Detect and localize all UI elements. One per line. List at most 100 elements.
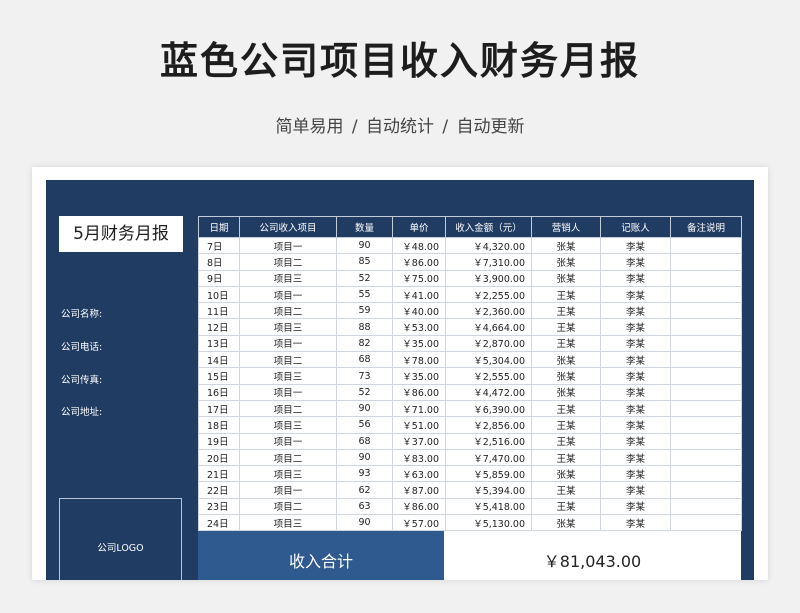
cell-item: 项目三 [239,318,337,336]
table-row: 20日 项目二 90 ￥83.00 ￥7,470.00 王某 李某 [198,448,742,467]
cell-salesperson: 王某 [531,302,601,320]
cell-unit-price: ￥87.00 [392,481,446,499]
cell-bookkeeper: 李某 [600,399,671,418]
cell-item: 项目三 [239,269,337,287]
cell-amount: ￥7,310.00 [445,253,532,271]
cell-date: 14日 [198,351,240,369]
header-date: 日期 [198,216,240,238]
cell-notes [670,285,742,304]
cell-date: 21日 [198,465,240,483]
cell-item: 项目三 [239,465,337,483]
cell-salesperson: 张某 [531,351,601,369]
cell-notes [670,351,742,369]
header-salesperson: 营销人 [531,216,601,238]
cell-quantity: 93 [336,465,393,483]
page-title: 蓝色公司项目收入财务月报 [159,39,640,83]
cell-item: 项目三 [239,367,337,385]
table-header-row: 日期 公司收入项目 数量 单价 收入金额（元） 营销人 记账人 备注说明 [198,216,742,238]
cell-date: 13日 [198,334,240,353]
cell-salesperson: 张某 [531,253,601,271]
cell-notes [670,269,742,287]
cell-unit-price: ￥35.00 [392,367,446,385]
cell-amount: ￥5,394.00 [445,481,532,499]
cell-notes [670,367,742,385]
cell-quantity: 55 [336,285,393,304]
cell-amount: ￥5,418.00 [445,497,532,516]
cell-date: 9日 [198,269,240,287]
cell-amount: ￥4,472.00 [445,383,532,401]
header-unit-price: 单价 [392,216,446,238]
table-row: 19日 项目一 68 ￥37.00 ￥2,516.00 王某 李某 [198,432,742,450]
company-logo-placeholder: 公司LOGO [59,498,182,580]
cell-unit-price: ￥51.00 [392,416,446,434]
cell-unit-price: ￥86.00 [392,497,446,516]
cell-bookkeeper: 李某 [600,383,671,401]
header-quantity: 数量 [336,216,393,238]
cell-quantity: 52 [336,383,393,401]
cell-amount: ￥5,130.00 [445,514,532,532]
cell-quantity: 59 [336,302,393,320]
header-item: 公司收入项目 [239,216,337,238]
cell-unit-price: ￥48.00 [392,236,446,255]
cell-item: 项目二 [239,253,337,271]
cell-date: 12日 [198,318,240,336]
table-row: 12日 项目三 88 ￥53.00 ￥4,664.00 王某 李某 [198,318,742,336]
report-sheet: 5月财务月报 公司名称: 公司电话: 公司传真: 公司地址: 公司LOGO 日期… [46,180,754,580]
cell-bookkeeper: 李某 [600,302,671,320]
cell-unit-price: ￥83.00 [392,448,446,467]
total-label: 收入合计 [198,531,444,580]
cell-notes [670,399,742,418]
cell-salesperson: 王某 [531,399,601,418]
cell-salesperson: 王某 [531,416,601,434]
cell-bookkeeper: 李某 [600,514,671,532]
cell-notes [670,481,742,499]
cell-bookkeeper: 李某 [600,334,671,353]
cell-quantity: 56 [336,416,393,434]
cell-salesperson: 张某 [531,269,601,287]
cell-unit-price: ￥41.00 [392,285,446,304]
cell-amount: ￥2,870.00 [445,334,532,353]
cell-bookkeeper: 李某 [600,318,671,336]
cell-unit-price: ￥86.00 [392,253,446,271]
cell-unit-price: ￥53.00 [392,318,446,336]
company-phone-label: 公司电话: [61,342,103,353]
cell-unit-price: ￥40.00 [392,302,446,320]
cell-item: 项目一 [239,481,337,499]
cell-date: 23日 [198,497,240,516]
cell-unit-price: ￥35.00 [392,334,446,353]
cell-quantity: 90 [336,236,393,255]
cell-date: 7日 [198,236,240,255]
page-subtitle: 简单易用 / 自动统计 / 自动更新 [275,117,525,137]
cell-date: 15日 [198,367,240,385]
cell-notes [670,514,742,532]
cell-amount: ￥4,320.00 [445,236,532,255]
cell-quantity: 73 [336,367,393,385]
cell-amount: ￥6,390.00 [445,399,532,418]
cell-bookkeeper: 李某 [600,481,671,499]
cell-notes [670,497,742,516]
cell-item: 项目三 [239,416,337,434]
cell-quantity: 82 [336,334,393,353]
cell-salesperson: 张某 [531,383,601,401]
cell-quantity: 68 [336,351,393,369]
cell-item: 项目三 [239,514,337,532]
table-row: 9日 项目三 52 ￥75.00 ￥3,900.00 张某 李某 [198,269,742,287]
table-row: 10日 项目一 55 ￥41.00 ￥2,255.00 王某 李某 [198,285,742,304]
cell-unit-price: ￥63.00 [392,465,446,483]
cell-salesperson: 王某 [531,481,601,499]
cell-quantity: 85 [336,253,393,271]
cell-bookkeeper: 李某 [600,448,671,467]
cell-quantity: 68 [336,432,393,450]
cell-quantity: 90 [336,448,393,467]
cell-item: 项目一 [239,334,337,353]
table-row: 22日 项目一 62 ￥87.00 ￥5,394.00 王某 李某 [198,481,742,499]
cell-salesperson: 王某 [531,432,601,450]
cell-bookkeeper: 李某 [600,269,671,287]
cell-item: 项目一 [239,383,337,401]
cell-amount: ￥2,255.00 [445,285,532,304]
cell-salesperson: 张某 [531,367,601,385]
cell-notes [670,236,742,255]
report-title: 5月财务月报 [59,216,183,252]
cell-date: 17日 [198,399,240,418]
cell-bookkeeper: 李某 [600,253,671,271]
